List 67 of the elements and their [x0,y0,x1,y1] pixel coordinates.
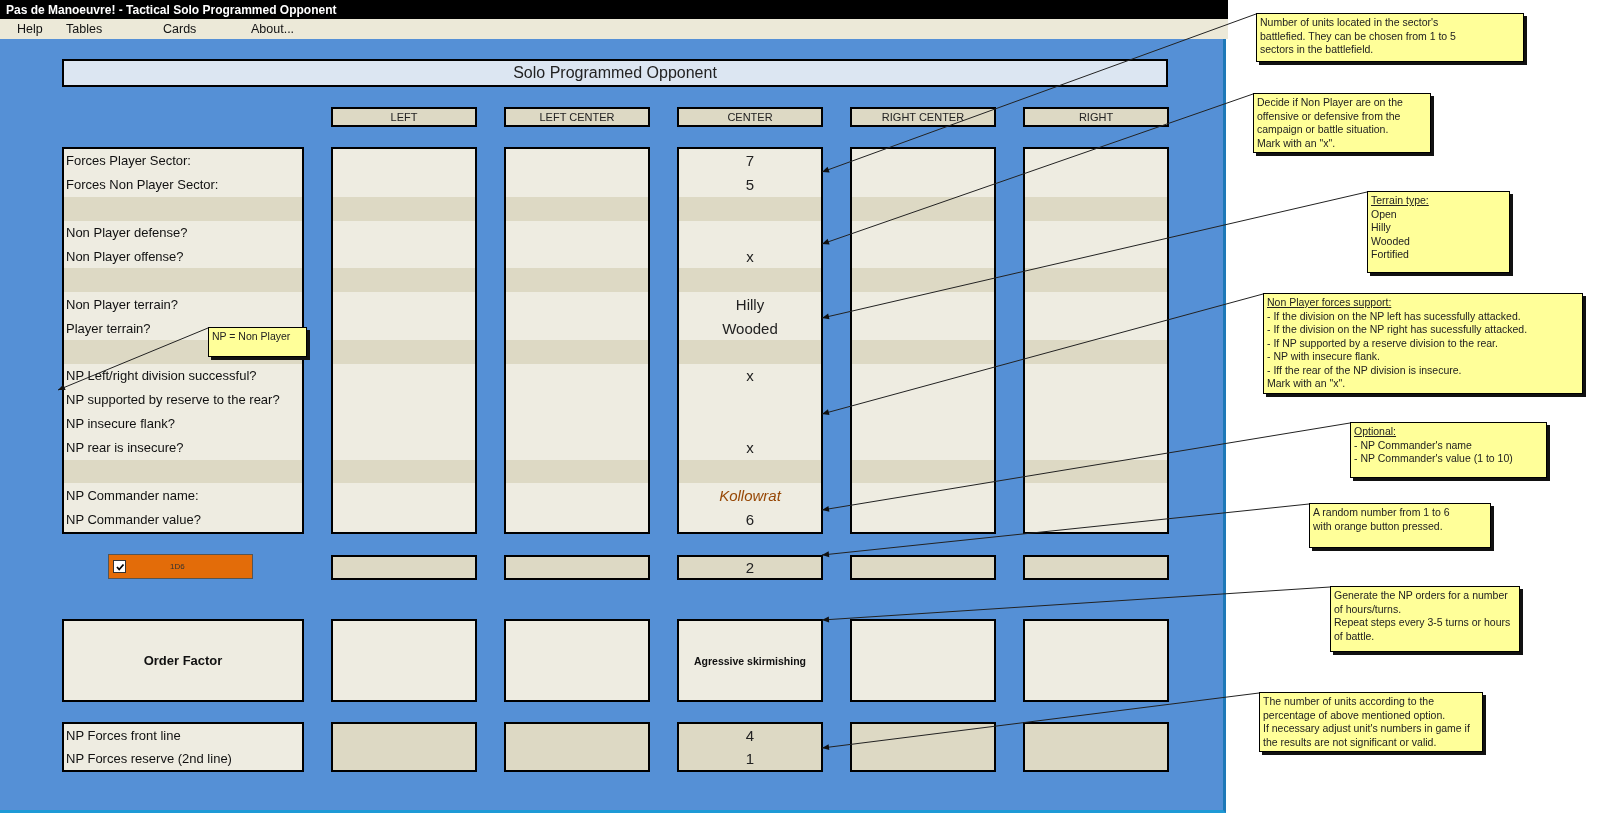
cell-value: Wooded [721,319,779,337]
menu-item[interactable]: Tables [66,22,163,36]
note-text: - If the division on the NP left has sucessfully attacked. [1267,309,1522,323]
order-cell: Agressive skirmishing [677,619,823,702]
note-text: - NP Commander's name [1354,438,1473,452]
note-text: Open [1371,207,1398,221]
cell-value: 5 [744,176,756,194]
row-label: NP Commander name: [65,487,199,503]
row-label: NP Forces reserve (2nd line) [65,751,232,766]
note-text: Fortified [1371,248,1410,262]
note-text: - Iff the rear of the NP division is insecure. [1267,363,1463,377]
cell-value: Hilly [734,295,766,313]
note-text: Decide if Non Player are on the offensive or defensive from the campaign or battle situation. [1257,96,1404,137]
note-text: Wooded [1371,234,1411,248]
cell-value: x [745,367,755,385]
note-text: - NP with insecure flank. [1267,350,1382,364]
row-label: Non Player defense? [65,225,188,241]
row-label: NP rear is insecure? [65,440,184,456]
column-header: LEFT [331,107,477,127]
column-header: RIGHT CENTER [850,107,996,127]
row-label: Player terrain? [65,320,151,336]
row-label: Forces Player Sector: [65,153,191,169]
menu-item[interactable]: Help [17,22,66,36]
note-text: Generate the NP orders for a number of hours/turns. [1334,589,1509,616]
note-text: Mark with an "x". [1257,136,1337,150]
column-header: RIGHT [1023,107,1169,127]
row-label: Non Player terrain? [65,296,178,312]
note-text: NP = Non Player [212,330,292,344]
window-title: Pas de Manoeuvre! - Tactical Solo Programmed Opponent [6,2,337,17]
row-label: NP insecure flank? [65,416,175,432]
checkbox[interactable] [113,560,126,573]
note-text: Mark with an "x". [1267,377,1347,391]
sheet-title: Solo Programmed Opponent [62,59,1168,87]
row-label: Forces Non Player Sector: [65,177,219,193]
note-text: If necessary adjust unit's numbers in game if the results are not significant or valid. [1263,722,1471,749]
roll-button[interactable]: 1D6 [108,554,253,579]
note-text: - If NP supported by a reserve division to the rear. [1267,336,1499,350]
note-text: The number of units according to the percentage of above mentioned option. [1263,695,1447,722]
menu-item[interactable]: About... [251,22,295,36]
note-text: with orange button pressed. [1313,519,1444,533]
note-text: - NP Commander's value (1 to 10) [1354,452,1514,466]
note-heading: Non Player forces support: [1267,296,1393,310]
row-label: NP Forces front line [65,728,181,743]
order-factor-label: Order Factor [62,619,304,702]
note-text: A random number from 1 to 6 [1313,506,1451,520]
cell-value: x [745,248,755,265]
note-text: - If the division on the NP right has sucessfully attacked. [1267,323,1529,337]
menu-item[interactable]: Cards [163,22,251,36]
cell-value: x [745,439,755,457]
note-text: Number of units located in the sector's battlefied. They can be chosen from 1 to 5 sectors in the battlefield. [1260,16,1457,57]
row-label: NP supported by reserve to the rear? [65,392,280,408]
note-text: Hilly [1371,221,1392,235]
row-label: NP Commander value? [65,511,201,527]
result-cell: 2 [677,555,823,580]
commander-name: Kollowrat [718,486,783,504]
note-heading: Optional: [1354,425,1398,439]
row-label: NP Left/right division successful? [65,368,257,384]
button-label: 1D6 [170,562,185,571]
column-header: CENTER [677,107,823,127]
cell-value: 6 [744,510,756,528]
cell-value: 1 [744,750,756,767]
cell-value: 7 [744,152,756,170]
cell-value: 4 [744,727,756,744]
note-heading: Terrain type: [1371,194,1430,208]
column-header: LEFT CENTER [504,107,650,127]
note-text: Repeat steps every 3-5 turns or hours of battle. [1334,616,1512,643]
row-label: Non Player offense? [65,249,184,264]
